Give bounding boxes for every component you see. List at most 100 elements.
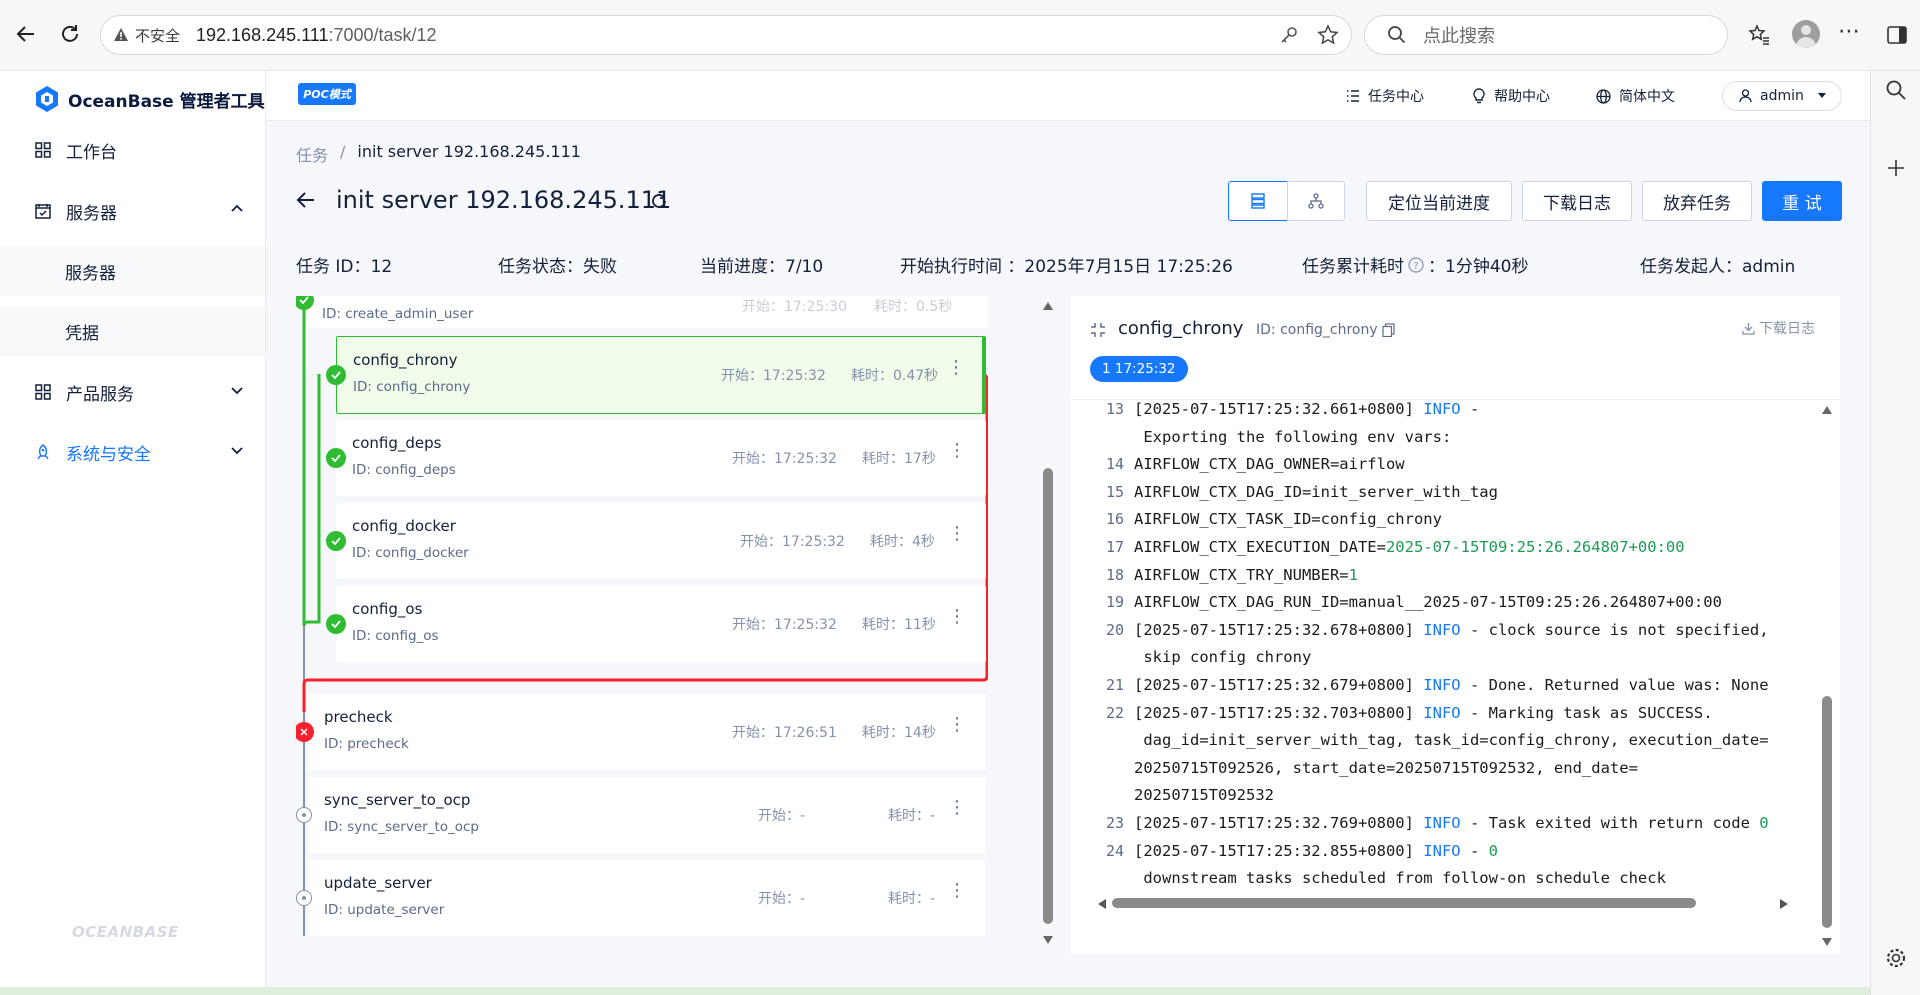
app-logo[interactable]: OceanBase 管理者工具	[34, 79, 265, 119]
node-cost: 耗时：17秒	[862, 451, 936, 467]
breadcrumb: 任务 / init server 192.168.245.111	[296, 142, 581, 166]
refresh-icon[interactable]	[52, 16, 88, 52]
log-line-number: 16	[1105, 510, 1124, 528]
task-node[interactable]: config_docker ID: config_docker 开始：17:25…	[336, 503, 986, 579]
log-line: [2025-07-15T17:25:32.679+0800] INFO - Do…	[1134, 676, 1769, 694]
run-tag[interactable]: 1 17:25:32	[1090, 356, 1188, 382]
more-actions-icon[interactable]: ⋮	[948, 882, 966, 900]
task-node[interactable]: config_deps ID: config_deps 开始：17:25:32 …	[336, 420, 986, 496]
breadcrumb-parent[interactable]: 任务	[296, 142, 328, 166]
task-node[interactable]: ID: create_admin_user 开始：17:25:30 耗时：0.5…	[308, 296, 988, 328]
help-circle-icon[interactable]: ?	[1408, 256, 1424, 273]
sidebar-item-servers-group[interactable]: 服务器	[0, 186, 265, 236]
scroll-left-icon[interactable]	[1098, 899, 1106, 909]
favorites-list-icon[interactable]	[1748, 24, 1770, 50]
node-start: 开始：-	[758, 891, 806, 907]
download-log-button[interactable]: 下载日志	[1522, 181, 1632, 221]
address-bar[interactable]: 不安全 192.168.245.111:7000/task/12	[100, 15, 1352, 55]
breadcrumb-separator: /	[340, 142, 346, 161]
sidebar-toggle-icon[interactable]	[1886, 24, 1908, 50]
task-node[interactable]: config_os ID: config_os 开始：17:25:32 耗时：1…	[336, 586, 986, 662]
log-line-number: 15	[1105, 483, 1124, 501]
node-cost: 耗时：-	[888, 808, 936, 824]
sidebar-item-products[interactable]: 产品服务	[0, 367, 265, 417]
log-line: AIRFLOW_CTX_DAG_OWNER=airflow	[1134, 455, 1405, 473]
log-line-number: 19	[1105, 593, 1124, 611]
caret-down-icon	[1817, 93, 1826, 98]
user-menu[interactable]: admin	[1722, 81, 1842, 111]
profile-avatar[interactable]	[1792, 20, 1820, 48]
scroll-down-icon[interactable]	[1043, 936, 1053, 944]
abandon-task-button[interactable]: 放弃任务	[1642, 181, 1752, 221]
scrollbar-thumb[interactable]	[1112, 898, 1696, 908]
task-node-failed[interactable]: precheck ID: precheck 开始：17:26:51 耗时：14秒…	[308, 694, 986, 770]
start-time: 开始执行时间 ：2025年7月15日 17:25:26	[900, 257, 1233, 277]
product-icon	[34, 383, 52, 401]
scrollbar-thumb[interactable]	[1822, 696, 1832, 928]
log-line-number: 22	[1105, 704, 1124, 722]
sidebar-item-credentials[interactable]: 凭据	[0, 306, 265, 356]
more-actions-icon[interactable]: ⋮	[948, 716, 966, 734]
node-start: 开始：17:25:30	[742, 299, 847, 315]
add-icon[interactable]	[1887, 159, 1905, 181]
log-id-text: ID: config_chrony	[1256, 322, 1378, 338]
more-options-icon[interactable]: ⋯	[1838, 21, 1860, 43]
scroll-down-icon[interactable]	[1822, 938, 1832, 946]
log-line-number: 20	[1105, 621, 1124, 639]
favorite-star-icon[interactable]	[1317, 24, 1339, 50]
browser-sidebar	[1870, 71, 1920, 995]
security-label: 不安全	[135, 26, 181, 45]
chevron-down-icon	[231, 447, 243, 455]
node-start: 开始：17:26:51	[732, 725, 837, 741]
log-h-scrollbar[interactable]	[1098, 896, 1788, 910]
help-center-link[interactable]: 帮助中心	[1472, 71, 1550, 121]
sidebar-item-label: 工作台	[66, 142, 117, 163]
key-icon[interactable]	[1279, 25, 1299, 49]
task-center-link[interactable]: 任务中心	[1346, 71, 1424, 121]
task-node-selected[interactable]: config_chrony ID: config_chrony 开始：17:25…	[336, 336, 986, 414]
node-name: precheck	[324, 708, 393, 726]
log-scrollbar[interactable]	[1820, 406, 1834, 946]
app-sidebar: OceanBase 管理者工具 工作台 服务器 服务器 凭据 产品服务 系统与安…	[0, 71, 266, 987]
task-id: 任务 ID：12	[296, 257, 393, 277]
log-download-link[interactable]: 下载日志	[1742, 318, 1815, 338]
browser-search[interactable]: 点此搜索	[1364, 15, 1728, 55]
more-actions-icon[interactable]: ⋮	[948, 525, 966, 543]
graph-view-toggle[interactable]	[1287, 181, 1345, 221]
scrollbar-thumb[interactable]	[1043, 468, 1053, 924]
language-switch[interactable]: 简体中文	[1596, 71, 1675, 121]
sidebar-item-dashboard[interactable]: 工作台	[0, 125, 265, 175]
flow-scrollbar[interactable]	[1040, 296, 1056, 956]
reload-icon[interactable]	[650, 192, 668, 214]
locate-progress-button[interactable]: 定位当前进度	[1366, 181, 1512, 221]
back-icon[interactable]	[8, 16, 44, 52]
more-actions-icon[interactable]: ⋮	[947, 359, 965, 377]
node-id: ID: update_server	[324, 902, 445, 918]
scroll-up-icon[interactable]	[1043, 302, 1053, 310]
scroll-right-icon[interactable]	[1780, 899, 1788, 909]
more-actions-icon[interactable]: ⋮	[948, 799, 966, 817]
sidebar-item-security[interactable]: 系统与安全	[0, 427, 265, 477]
list-view-toggle[interactable]	[1228, 181, 1288, 221]
back-arrow-icon[interactable]	[296, 190, 316, 214]
settings-gear-icon[interactable]	[1885, 947, 1907, 973]
search-icon[interactable]	[1885, 79, 1907, 105]
sidebar-item-label: 服务器	[65, 263, 116, 284]
more-actions-icon[interactable]: ⋮	[948, 442, 966, 460]
node-name: config_chrony	[353, 351, 458, 369]
sidebar-item-servers[interactable]: 服务器	[0, 246, 265, 296]
task-node-pending[interactable]: sync_server_to_ocp ID: sync_server_to_oc…	[308, 777, 986, 853]
node-cost: 耗时：11秒	[862, 617, 936, 633]
node-start: 开始：17:25:32	[732, 617, 837, 633]
more-actions-icon[interactable]: ⋮	[948, 608, 966, 626]
task-initiator: 任务发起人：admin	[1640, 257, 1796, 277]
log-line: AIRFLOW_CTX_TRY_NUMBER=1	[1134, 566, 1358, 584]
scroll-up-icon[interactable]	[1822, 406, 1832, 414]
task-flow-panel: ID: create_admin_user 开始：17:25:30 耗时：0.5…	[296, 296, 988, 956]
copy-icon[interactable]	[1382, 323, 1395, 337]
task-node-pending[interactable]: update_server ID: update_server 开始：- 耗时：…	[308, 860, 986, 936]
collapse-icon[interactable]	[1090, 322, 1106, 338]
log-line: AIRFLOW_CTX_DAG_RUN_ID=manual__2025-07-1…	[1134, 593, 1722, 611]
retry-button[interactable]: 重 试	[1762, 181, 1842, 221]
sidebar-item-label: 系统与安全	[66, 444, 151, 465]
